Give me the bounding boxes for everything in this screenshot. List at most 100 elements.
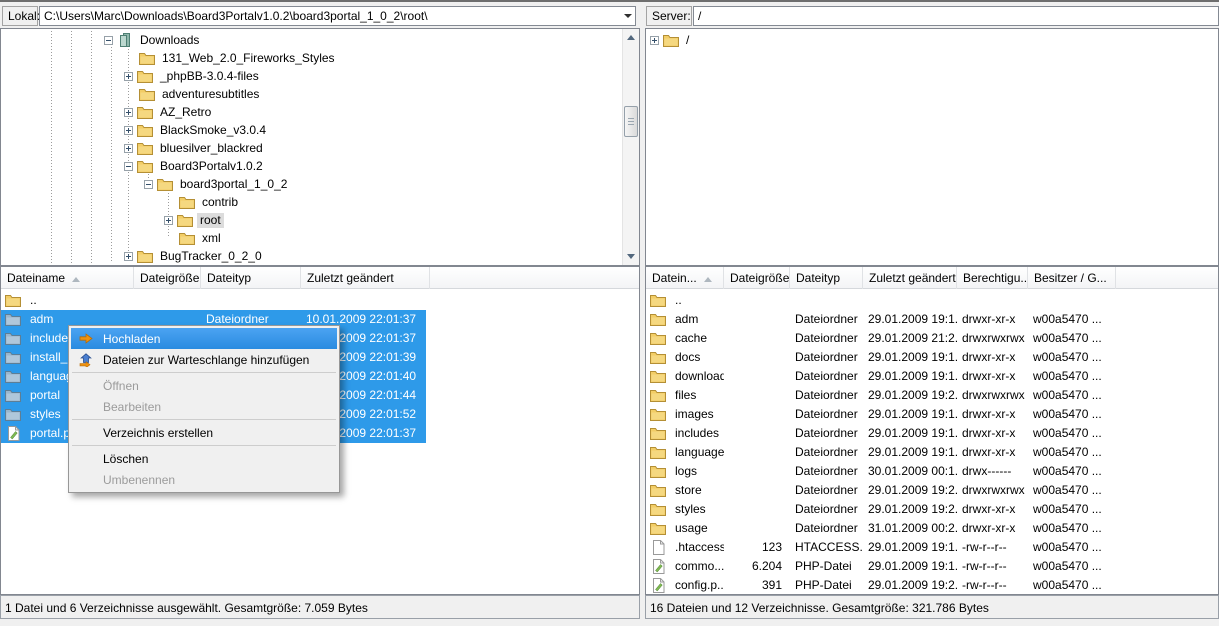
local-tree-item-xml[interactable]: xml [164, 229, 639, 247]
column-header-besitzer-g[interactable]: Besitzer / G... [1028, 267, 1116, 289]
local-tree-item-blacksmoke-v3-0-4[interactable]: BlackSmoke_v3.0.4 [124, 121, 639, 139]
column-header-berechtigu[interactable]: Berechtigu... [957, 267, 1028, 289]
scroll-up-icon[interactable] [627, 35, 635, 40]
file-cell-besitzer-g: w00a5470 ... [1028, 405, 1116, 424]
column-header-dateiname[interactable]: Dateiname [1, 267, 134, 289]
server-file-row-item[interactable]: .. [646, 291, 1218, 310]
context-menu: Hochladen Dateien zur Warteschlange hinzu… [68, 325, 340, 493]
server-tree-item-item[interactable]: / [650, 31, 1218, 49]
tree-expand-plus-icon[interactable] [124, 252, 133, 261]
local-status-bar: 1 Datei und 6 Verzeichnisse ausgewählt. … [0, 595, 640, 619]
local-status-text: 1 Datei und 6 Verzeichnisse ausgewählt. … [5, 601, 368, 615]
server-file-row-files[interactable]: filesDateiordner29.01.2009 19:2...drwxrw… [646, 386, 1218, 405]
tree-item-label: _phpBB-3.0.4-files [157, 69, 262, 84]
menu-item-verzeichnis-erstellen[interactable]: Verzeichnis erstellen [71, 422, 337, 443]
local-tree-item-adventuresubtitles[interactable]: adventuresubtitles [124, 85, 639, 103]
file-cell-besitzer-g: w00a5470 ... [1028, 310, 1116, 329]
local-file-row-item[interactable]: .. [1, 291, 639, 310]
folder-icon [663, 33, 679, 48]
tree-expand-plus-icon[interactable] [124, 126, 133, 135]
tree-collapse-minus-icon[interactable] [144, 180, 153, 189]
local-path-input[interactable] [39, 6, 636, 26]
column-header-dateigr-e[interactable]: Dateigröße [134, 267, 201, 289]
tree-item-label: board3portal_1_0_2 [177, 177, 290, 192]
server-list-body: ..admDateiordner29.01.2009 19:1...drwxr-… [646, 289, 1218, 594]
server-file-row-config-p[interactable]: config.p...391PHP-Datei29.01.2009 19:2..… [646, 576, 1218, 594]
local-tree-item-downloads[interactable]: Downloads [104, 31, 639, 49]
file-cell-dateityp: Dateiordner [790, 405, 863, 424]
column-header-zuletzt-ge-ndert[interactable]: Zuletzt geändert [863, 267, 957, 289]
tree-collapse-minus-icon[interactable] [104, 36, 113, 45]
tree-expand-plus-icon[interactable] [650, 36, 659, 45]
local-path-dropdown-icon[interactable] [624, 14, 632, 18]
local-tree-item-contrib[interactable]: contrib [164, 193, 639, 211]
server-file-row-docs[interactable]: docsDateiordner29.01.2009 19:1...drwxr-x… [646, 348, 1218, 367]
tree-expand-plus-icon[interactable] [164, 216, 173, 225]
local-tree-item-board3portalv1-0-2[interactable]: Board3Portalv1.0.2 [124, 157, 639, 175]
menu-item-label: Öffnen [103, 379, 139, 393]
file-cell-zuletzt-ge-ndert: 29.01.2009 19:1... [863, 424, 957, 443]
scrollbar[interactable] [622, 29, 639, 265]
server-file-row-includes[interactable]: includesDateiordner29.01.2009 19:1...drw… [646, 424, 1218, 443]
scroll-down-icon[interactable] [627, 254, 635, 259]
menu-item-hochladen[interactable]: Hochladen [71, 328, 337, 349]
file-cell-besitzer-g: w00a5470 ... [1028, 348, 1116, 367]
file-name-cell: .. [646, 291, 724, 310]
menu-item-ffnen[interactable]: Öffnen [71, 375, 337, 396]
local-list-header: DateinameDateigrößeDateitypZuletzt geänd… [1, 267, 639, 289]
file-cell-dateigr-e [724, 329, 790, 348]
local-tree-item-bugtracker-0-2-0[interactable]: BugTracker_0_2_0 [124, 247, 639, 265]
file-cell-zuletzt-ge-ndert: 29.01.2009 19:1... [863, 538, 957, 557]
local-tree-item-root[interactable]: root [164, 211, 639, 229]
server-file-row-store[interactable]: storeDateiordner29.01.2009 19:2...drwxrw… [646, 481, 1218, 500]
folder-icon [650, 312, 666, 327]
local-tree-item-phpbb-3-0-4-files[interactable]: _phpBB-3.0.4-files [124, 67, 639, 85]
server-file-row-images[interactable]: imagesDateiordner29.01.2009 19:1...drwxr… [646, 405, 1218, 424]
server-file-row-styles[interactable]: stylesDateiordner29.01.2009 19:2...drwxr… [646, 500, 1218, 519]
menu-item-no-icon [78, 378, 94, 394]
local-tree-item-131-web-2-0-fireworks-styles[interactable]: 131_Web_2.0_Fireworks_Styles [124, 49, 639, 67]
tree-expand-plus-icon[interactable] [124, 108, 133, 117]
tree-expand-plus-icon[interactable] [124, 72, 133, 81]
menu-item-umbenennen[interactable]: Umbenennen [71, 469, 337, 490]
server-file-row-adm[interactable]: admDateiordner29.01.2009 19:1...drwxr-xr… [646, 310, 1218, 329]
tree-guide-line [71, 31, 72, 263]
file-name-cell: .. [1, 291, 134, 310]
column-header-label: Dateigröße [730, 271, 789, 285]
server-file-row-usage[interactable]: usageDateiordner31.01.2009 00:2...drwxr-… [646, 519, 1218, 538]
tree-collapse-minus-icon[interactable] [124, 162, 133, 171]
server-path-input[interactable] [693, 6, 1219, 26]
server-file-row-language[interactable]: languageDateiordner29.01.2009 19:1...drw… [646, 443, 1218, 462]
file-name-cell: includes [646, 424, 724, 443]
page-icon [650, 540, 666, 555]
sort-ascending-icon [72, 277, 80, 282]
file-cell-dateigr-e: 391 [724, 576, 790, 594]
menu-item-label: Dateien zur Warteschlange hinzufügen [103, 353, 309, 367]
server-file-row-htaccess[interactable]: .htaccess123HTACCESS...29.01.2009 19:1..… [646, 538, 1218, 557]
file-name-cell: images [646, 405, 724, 424]
menu-item-l-schen[interactable]: Löschen [71, 448, 337, 469]
file-cell-dateityp: Dateiordner [790, 443, 863, 462]
column-header-dateigr-e[interactable]: Dateigröße [724, 267, 790, 289]
file-cell-zuletzt-ge-ndert: 29.01.2009 19:2... [863, 386, 957, 405]
local-tree-item-board3portal-1-0-2[interactable]: board3portal_1_0_2 [144, 175, 639, 193]
server-file-row-commo[interactable]: commo...6.204PHP-Datei29.01.2009 19:1...… [646, 557, 1218, 576]
server-file-row-logs[interactable]: logsDateiordner30.01.2009 00:1...drwx---… [646, 462, 1218, 481]
local-tree-item-az-retro[interactable]: AZ_Retro [124, 103, 639, 121]
tree-item-label: BlackSmoke_v3.0.4 [157, 123, 269, 138]
menu-item-bearbeiten[interactable]: Bearbeiten [71, 396, 337, 417]
tree-expand-plus-icon[interactable] [124, 144, 133, 153]
menu-item-dateien-zur-warteschlange-hinzuf-gen[interactable]: Dateien zur Warteschlange hinzufügen [71, 349, 337, 370]
column-header-dateityp[interactable]: Dateityp [201, 267, 301, 289]
file-cell-besitzer-g [1028, 291, 1116, 310]
server-file-row-cache[interactable]: cacheDateiordner29.01.2009 21:2...drwxrw… [646, 329, 1218, 348]
file-cell-dateigr-e [724, 500, 790, 519]
column-header-dateityp[interactable]: Dateityp [790, 267, 863, 289]
tree-guide-line [111, 41, 112, 263]
column-header-datein[interactable]: Datein... [646, 267, 724, 289]
folder-icon [5, 369, 21, 384]
server-file-row-download[interactable]: downloadDateiordner29.01.2009 19:1...drw… [646, 367, 1218, 386]
column-header-zuletzt-ge-ndert[interactable]: Zuletzt geändert [301, 267, 430, 289]
scrollbar-thumb[interactable] [624, 106, 638, 137]
local-tree-item-bluesilver-blackred[interactable]: bluesilver_blackred [124, 139, 639, 157]
